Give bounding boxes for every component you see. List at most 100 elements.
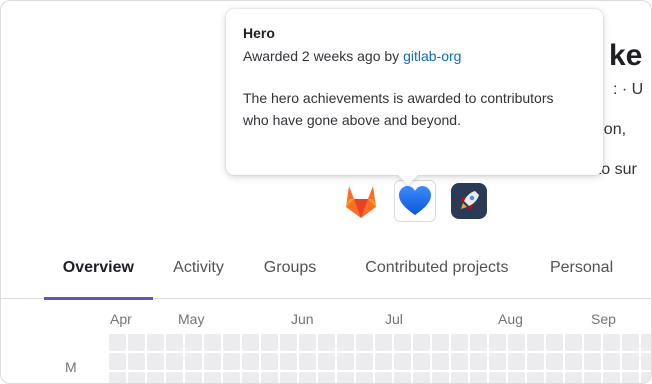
calendar-cell[interactable]: [641, 372, 651, 383]
calendar-cell[interactable]: [584, 334, 601, 351]
calendar-cell[interactable]: [470, 334, 487, 351]
calendar-cell[interactable]: [603, 372, 620, 383]
calendar-cell[interactable]: [128, 353, 145, 370]
calendar-cell[interactable]: [451, 353, 468, 370]
calendar-cell[interactable]: [565, 372, 582, 383]
calendar-cell[interactable]: [603, 334, 620, 351]
calendar-cell[interactable]: [584, 372, 601, 383]
calendar-cell[interactable]: [584, 353, 601, 370]
calendar-cell[interactable]: [204, 372, 221, 383]
calendar-cell[interactable]: [337, 353, 354, 370]
calendar-cell[interactable]: [451, 334, 468, 351]
calendar-cell[interactable]: [546, 353, 563, 370]
calendar-cell[interactable]: [109, 353, 126, 370]
calendar-cell[interactable]: [432, 372, 449, 383]
calendar-cell[interactable]: [622, 372, 639, 383]
achievement-hero[interactable]: [394, 180, 436, 222]
tooltip-title: Hero: [243, 25, 275, 41]
calendar-cell[interactable]: [109, 372, 126, 383]
calendar-cell[interactable]: [204, 334, 221, 351]
calendar-cell[interactable]: [356, 334, 373, 351]
calendar-cell[interactable]: [242, 334, 259, 351]
calendar-cell[interactable]: [603, 353, 620, 370]
calendar-cell[interactable]: [280, 334, 297, 351]
calendar-cell[interactable]: [261, 372, 278, 383]
month-label: Sep: [591, 311, 616, 327]
tab-contributed-projects[interactable]: Contributed projects: [336, 237, 538, 299]
tab-groups[interactable]: Groups: [244, 237, 336, 299]
calendar-cell[interactable]: [641, 334, 651, 351]
calendar-cell[interactable]: [109, 334, 126, 351]
calendar-cell[interactable]: [185, 334, 202, 351]
calendar-cell[interactable]: [489, 372, 506, 383]
calendar-cell[interactable]: [489, 353, 506, 370]
calendar-cell[interactable]: [318, 334, 335, 351]
calendar-cell[interactable]: [204, 353, 221, 370]
calendar-cell[interactable]: [299, 372, 316, 383]
calendar-cell[interactable]: [185, 372, 202, 383]
calendar-cell[interactable]: [470, 372, 487, 383]
calendar-cell[interactable]: [223, 372, 240, 383]
calendar-cell[interactable]: [166, 334, 183, 351]
calendar-cell[interactable]: [261, 353, 278, 370]
tab-personal[interactable]: Personal: [538, 237, 651, 299]
calendar-cell[interactable]: [356, 372, 373, 383]
month-label: Aug: [498, 311, 523, 327]
calendar-cell[interactable]: [280, 353, 297, 370]
tab-activity[interactable]: Activity: [153, 237, 245, 299]
achievement-rocket[interactable]: [448, 180, 490, 222]
calendar-cell[interactable]: [128, 334, 145, 351]
calendar-cell[interactable]: [299, 334, 316, 351]
calendar-cell[interactable]: [280, 372, 297, 383]
calendar-cell[interactable]: [470, 353, 487, 370]
calendar-cell[interactable]: [413, 372, 430, 383]
calendar-cell[interactable]: [394, 372, 411, 383]
calendar-cell[interactable]: [508, 334, 525, 351]
calendar-cell[interactable]: [128, 372, 145, 383]
calendar-months: Apr May Jun Jul Aug Sep: [1, 311, 651, 331]
calendar-cell[interactable]: [147, 353, 164, 370]
calendar-cell[interactable]: [318, 353, 335, 370]
calendar-cell[interactable]: [413, 334, 430, 351]
calendar-cell[interactable]: [508, 353, 525, 370]
calendar-cell[interactable]: [451, 372, 468, 383]
calendar-cell[interactable]: [147, 372, 164, 383]
tab-overview[interactable]: Overview: [44, 237, 153, 300]
calendar-cell[interactable]: [394, 334, 411, 351]
calendar-cell[interactable]: [185, 353, 202, 370]
calendar-cell[interactable]: [508, 372, 525, 383]
calendar-cell[interactable]: [622, 334, 639, 351]
calendar-cell[interactable]: [299, 353, 316, 370]
calendar-cell[interactable]: [527, 372, 544, 383]
calendar-cell[interactable]: [565, 334, 582, 351]
calendar-cell[interactable]: [375, 372, 392, 383]
calendar-cell[interactable]: [375, 353, 392, 370]
calendar-cell[interactable]: [546, 372, 563, 383]
calendar-cell[interactable]: [356, 353, 373, 370]
achievement-gitlab[interactable]: [340, 180, 382, 222]
calendar-cell[interactable]: [223, 334, 240, 351]
calendar-cell[interactable]: [622, 353, 639, 370]
calendar-cell[interactable]: [223, 353, 240, 370]
calendar-cell[interactable]: [147, 334, 164, 351]
calendar-cell[interactable]: [394, 353, 411, 370]
calendar-cell[interactable]: [432, 334, 449, 351]
calendar-cell[interactable]: [565, 353, 582, 370]
calendar-cell[interactable]: [413, 353, 430, 370]
calendar-cell[interactable]: [546, 334, 563, 351]
calendar-cell[interactable]: [318, 372, 335, 383]
calendar-cell[interactable]: [337, 334, 354, 351]
calendar-cell[interactable]: [242, 372, 259, 383]
calendar-cell[interactable]: [261, 334, 278, 351]
calendar-cell[interactable]: [375, 334, 392, 351]
awarded-by-link[interactable]: gitlab-org: [403, 48, 461, 64]
calendar-cell[interactable]: [641, 353, 651, 370]
calendar-cell[interactable]: [166, 353, 183, 370]
calendar-cell[interactable]: [242, 353, 259, 370]
calendar-cell[interactable]: [527, 334, 544, 351]
calendar-cell[interactable]: [527, 353, 544, 370]
calendar-cell[interactable]: [337, 372, 354, 383]
calendar-cell[interactable]: [489, 334, 506, 351]
calendar-cell[interactable]: [432, 353, 449, 370]
calendar-cell[interactable]: [166, 372, 183, 383]
